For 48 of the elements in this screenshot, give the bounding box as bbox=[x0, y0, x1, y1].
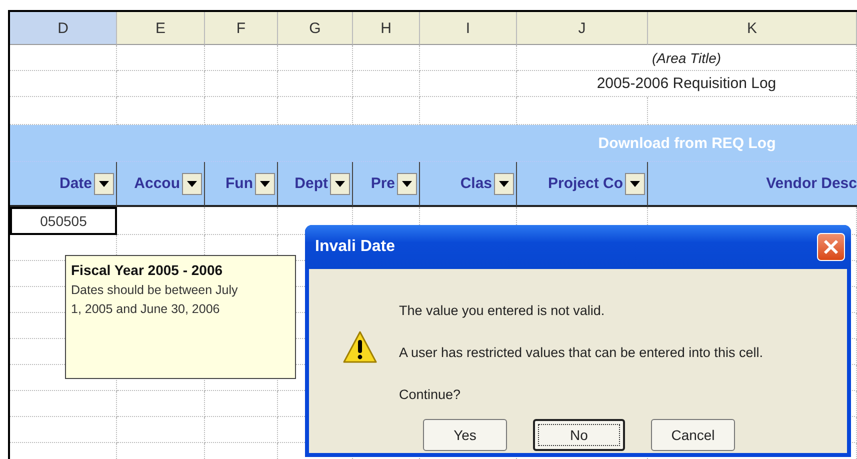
field-header: Vendor Desc bbox=[766, 175, 857, 192]
dialog-button[interactable]: Yes bbox=[423, 419, 507, 451]
close-icon bbox=[823, 239, 839, 255]
filter-dropdown-button[interactable] bbox=[255, 172, 275, 194]
caret-icon bbox=[335, 180, 345, 186]
field-header: Project Co bbox=[548, 175, 623, 192]
field-header: Accou bbox=[134, 175, 180, 192]
banner-text: Download from REQ Log bbox=[598, 134, 776, 152]
dialog-button[interactable]: No bbox=[533, 419, 625, 451]
column-header[interactable]: I bbox=[420, 12, 517, 45]
active-cell[interactable]: 050505 bbox=[10, 207, 117, 235]
caret-icon bbox=[402, 180, 412, 186]
column-header[interactable]: K bbox=[648, 12, 857, 45]
caret-icon bbox=[260, 180, 270, 186]
field-header: Pre bbox=[370, 175, 395, 192]
field-header: Date bbox=[59, 175, 92, 192]
sheet-title: 2005-2006 Requisition Log bbox=[517, 71, 857, 97]
caret-icon bbox=[630, 180, 640, 186]
warning-icon bbox=[343, 331, 377, 363]
field-header: Dept bbox=[294, 175, 328, 192]
column-header[interactable]: F bbox=[205, 12, 278, 45]
filter-dropdown-button[interactable] bbox=[182, 172, 202, 194]
caret-icon bbox=[499, 180, 509, 186]
filter-dropdown-button[interactable] bbox=[397, 172, 417, 194]
message-text: Dates should be between July 1, 2005 and June 30, 2006 bbox=[71, 282, 239, 318]
dialog-button[interactable]: Cancel bbox=[651, 419, 735, 451]
dialog-title: Invali Date bbox=[315, 238, 396, 256]
field-header: Clas bbox=[460, 175, 492, 192]
message-title: Fiscal Year 2005 - 2006 bbox=[71, 262, 224, 278]
filter-dropdown-button[interactable] bbox=[625, 172, 645, 194]
dialog-message: Continue? bbox=[399, 386, 462, 404]
filter-dropdown-button[interactable] bbox=[330, 172, 350, 194]
table-cell bbox=[353, 45, 420, 71]
caret-icon bbox=[99, 180, 109, 186]
field-header: Fun bbox=[226, 175, 253, 192]
caret-icon bbox=[187, 180, 197, 186]
column-header[interactable]: J bbox=[517, 12, 648, 45]
column-header[interactable]: D bbox=[10, 12, 117, 45]
area-title: (Area Title) bbox=[517, 45, 857, 71]
filter-dropdown-button[interactable] bbox=[94, 172, 114, 194]
dialog-message: The value you entered is not valid. bbox=[399, 302, 606, 320]
filter-dropdown-button[interactable] bbox=[494, 172, 514, 194]
dialog-message: A user has restricted values that can be entered into this cell. bbox=[399, 344, 763, 362]
column-header[interactable]: G bbox=[278, 12, 353, 45]
close-button[interactable] bbox=[817, 233, 845, 261]
column-header[interactable]: H bbox=[353, 12, 420, 45]
column-header[interactable]: E bbox=[117, 12, 205, 45]
table-cell bbox=[353, 71, 420, 97]
